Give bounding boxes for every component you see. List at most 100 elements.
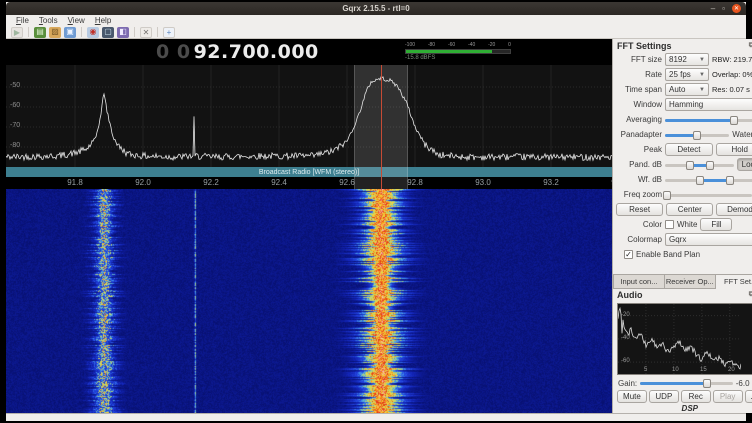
window-label: Window xyxy=(616,100,662,109)
fft-plot[interactable]: -50 -60 -70 -80 xyxy=(6,65,612,167)
spectrum-trace xyxy=(6,65,612,167)
freq-zoom-slider[interactable] xyxy=(665,190,752,200)
chevron-down-icon: ▼ xyxy=(699,57,705,63)
colormap-label: Colormap xyxy=(616,235,662,244)
menu-file[interactable]: File xyxy=(11,16,34,25)
meter-tick: -40 xyxy=(468,43,475,48)
white-label: White xyxy=(677,220,697,229)
frequency-bar: 0 0 92.700.000 -100 -80 -60 -40 -20 0 xyxy=(6,39,612,65)
audio-db-label: -60 xyxy=(621,358,630,364)
slider-handle[interactable] xyxy=(663,191,671,200)
toolbar-separator xyxy=(134,27,135,37)
pan-waterfall-split-slider[interactable] xyxy=(665,130,729,140)
meter-tick: -80 xyxy=(428,43,435,48)
res-info: Res: 0.07 s xyxy=(712,85,750,94)
udp-button[interactable]: UDP xyxy=(649,390,679,403)
content-area: 0 0 92.700.000 -100 -80 -60 -40 -20 0 xyxy=(6,39,746,413)
display-icon[interactable]: ▢ xyxy=(102,27,114,38)
colormap-select[interactable]: Gqrx ▼ xyxy=(665,233,752,246)
white-checkbox[interactable] xyxy=(665,220,674,229)
audio-panel: Audio ⧉ ✕ -20 -40 -60 5 10 15 20 xyxy=(613,289,752,413)
demod-button[interactable]: Demod xyxy=(716,203,752,216)
open-settings-icon[interactable]: ▨ xyxy=(49,27,61,38)
signal-meter-level xyxy=(406,50,492,53)
audio-db-label: -20 xyxy=(621,312,630,318)
audio-db-label: -40 xyxy=(621,335,630,341)
window-value: Hamming xyxy=(669,100,703,109)
frequency-axis: 91.8 92.0 92.2 92.4 92.6 92.8 93.0 93.2 … xyxy=(6,177,612,189)
bookmarks-icon[interactable]: ▤ xyxy=(34,27,46,38)
play-button[interactable]: Play xyxy=(713,390,743,403)
tuned-frequency-line[interactable] xyxy=(381,65,382,189)
slider-handle[interactable] xyxy=(696,176,704,185)
time-span-label: Time span xyxy=(616,85,662,94)
panadapter-label: Panadapter xyxy=(616,130,662,139)
band-plan-label: Broadcast Radio [WFM (stereo)] xyxy=(259,169,359,176)
pandapter-range-slider[interactable] xyxy=(665,160,734,170)
gain-slider[interactable] xyxy=(640,378,733,388)
maximize-icon[interactable]: ▫ xyxy=(722,5,725,13)
save-settings-icon[interactable]: ▣ xyxy=(64,27,76,38)
waterfall-label: Waterfall xyxy=(732,130,752,139)
close-icon[interactable]: ✕ xyxy=(732,4,741,13)
mute-button[interactable]: Mute xyxy=(617,390,647,403)
peak-hold-button[interactable]: Hold xyxy=(716,143,752,156)
menu-tools[interactable]: Tools xyxy=(34,16,63,25)
peak-detect-button[interactable]: Detect xyxy=(665,143,713,156)
rate-select[interactable]: 25 fps ▼ xyxy=(665,68,709,81)
fft-settings-form: FFT size 8192 ▼ RBW: 219.7 Hz Rate 25 fp… xyxy=(613,52,752,262)
title-bar[interactable]: Gqrx 2.15.5 - rtl=0 – ▫ ✕ xyxy=(6,2,746,15)
waterfall-display[interactable] xyxy=(6,189,612,413)
averaging-slider[interactable] xyxy=(665,115,752,125)
frequency-leading-zeros: 0 0 xyxy=(156,41,191,63)
gain-value: -6.0 dB xyxy=(736,379,752,388)
slider-handle[interactable] xyxy=(693,131,701,140)
slider-handle[interactable] xyxy=(706,161,714,170)
time-span-select[interactable]: Auto ▼ xyxy=(665,83,709,96)
window-select[interactable]: Hamming ▼ xyxy=(665,98,752,111)
signal-meter-scale: -100 -80 -60 -40 -20 0 xyxy=(405,43,511,48)
freq-tick-label: 93.4 xyxy=(611,178,612,187)
gain-row: Gain: -6.0 dB xyxy=(613,377,752,389)
reset-button[interactable]: Reset xyxy=(616,203,663,216)
record-icon[interactable]: ◉ xyxy=(87,27,99,38)
audio-khz-label: 15 xyxy=(700,367,707,373)
fill-button[interactable]: Fill xyxy=(700,218,732,231)
band-plan-bar: Broadcast Radio [WFM (stereo)] xyxy=(6,167,612,177)
fft-size-select[interactable]: 8192 ▼ xyxy=(665,53,709,66)
meter-tick: -100 xyxy=(405,43,415,48)
color-label: Color xyxy=(616,220,662,229)
fft-size-label: FFT size xyxy=(616,55,662,64)
tab-fft-settings[interactable]: FFT Set... xyxy=(716,274,752,289)
toolbar-separator xyxy=(81,27,82,37)
waterfall-range-slider[interactable] xyxy=(665,175,752,185)
io-devices-icon[interactable]: ◧ xyxy=(117,27,129,38)
window-title: Gqrx 2.15.5 - rtl=0 xyxy=(342,4,409,13)
start-dsp-icon[interactable]: ▶ xyxy=(11,27,23,38)
slider-handle[interactable] xyxy=(730,116,738,125)
rec-button[interactable]: Rec xyxy=(681,390,711,403)
chevron-down-icon: ▼ xyxy=(699,72,705,78)
window-controls: – ▫ ✕ xyxy=(711,2,741,15)
tools-icon[interactable]: ✕ xyxy=(140,27,152,38)
menu-help[interactable]: Help xyxy=(90,16,116,25)
slider-handle[interactable] xyxy=(726,176,734,185)
more-options-button[interactable]: ... xyxy=(745,390,752,403)
minimize-icon[interactable]: – xyxy=(711,5,715,13)
menu-view[interactable]: View xyxy=(63,16,90,25)
tab-input-controls[interactable]: Input con... xyxy=(613,274,665,289)
slider-handle[interactable] xyxy=(703,379,711,388)
tab-receiver-options[interactable]: Receiver Op... xyxy=(665,274,716,289)
audio-trace xyxy=(618,304,741,376)
db-axis-label: -70 xyxy=(10,122,20,129)
pan-icon[interactable]: + xyxy=(163,27,175,38)
toolbar-separator xyxy=(28,27,29,37)
chevron-down-icon: ▼ xyxy=(699,87,705,93)
enable-band-plan-checkbox[interactable]: ✓ xyxy=(624,250,633,259)
gqrx-window: Gqrx 2.15.5 - rtl=0 – ▫ ✕ File Tools Vie… xyxy=(6,2,746,421)
slider-handle[interactable] xyxy=(686,161,694,170)
center-button[interactable]: Center xyxy=(666,203,713,216)
frequency-display[interactable]: 0 0 92.700.000 xyxy=(156,39,319,65)
menu-bar: File Tools View Help xyxy=(6,15,746,26)
lock-button[interactable]: Lock xyxy=(737,158,752,171)
